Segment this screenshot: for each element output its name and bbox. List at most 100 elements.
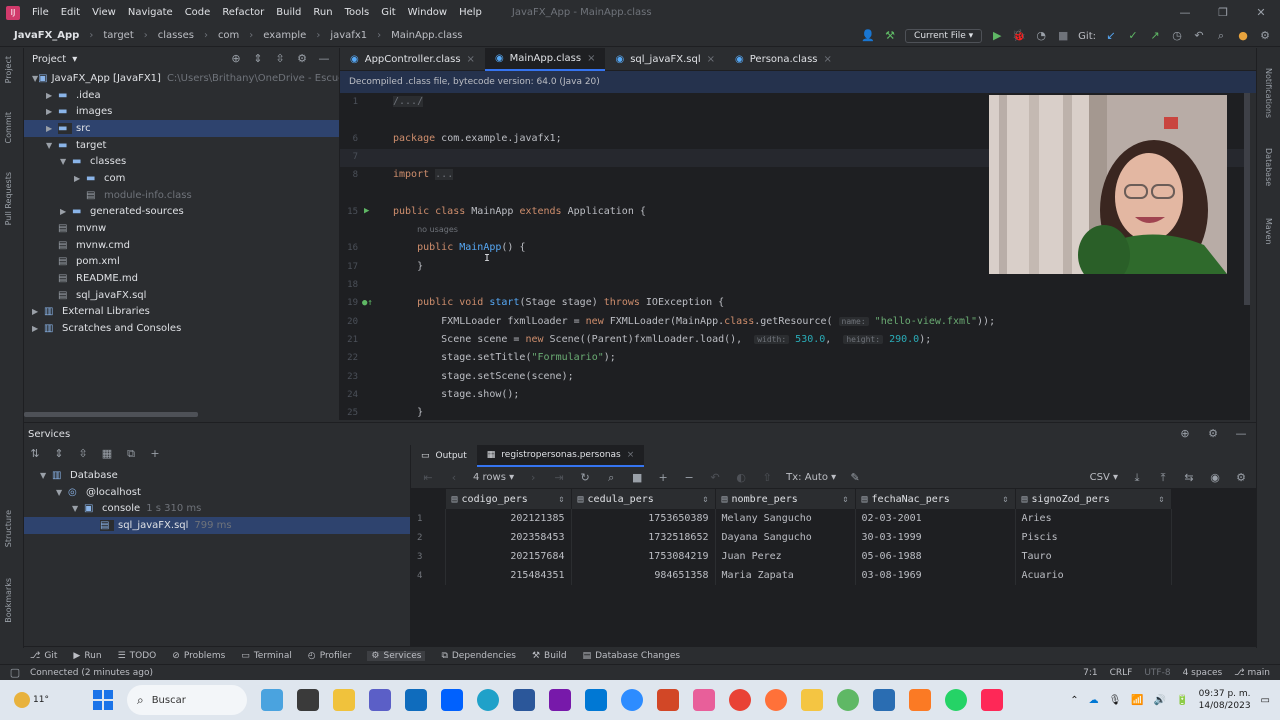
tree-node[interactable]: ▼ ▣ JavaFX_App [JavaFX1] C:\Users\Brithany\…: [24, 70, 339, 87]
breadcrumb-item[interactable]: example: [263, 30, 306, 41]
git-push-icon[interactable]: ↗: [1148, 29, 1162, 43]
group-icon[interactable]: ⇅: [28, 447, 42, 461]
service-node[interactable]: ▼ ▣ console 1 s 310 ms: [24, 500, 410, 517]
onenote-icon[interactable]: [548, 689, 571, 711]
copilot-icon[interactable]: [692, 689, 715, 711]
firefox-icon[interactable]: [764, 689, 787, 711]
editor-tab[interactable]: ◉ AppController.class ×: [340, 48, 485, 71]
restore-icon[interactable]: ❐: [1204, 0, 1242, 25]
outlook-icon[interactable]: [584, 689, 607, 711]
add-icon[interactable]: +: [148, 447, 162, 461]
run-gutter-icon[interactable]: ▶: [364, 206, 369, 216]
breadcrumb-item[interactable]: JavaFX_App: [14, 30, 79, 41]
tree-node[interactable]: ▤ mvnw: [24, 220, 339, 237]
chevron-right-icon[interactable]: ▶: [46, 91, 58, 100]
vm-app-icon[interactable]: [872, 689, 895, 711]
caret-position[interactable]: 7:1: [1083, 668, 1097, 678]
add-service-icon[interactable]: ⊕: [1178, 427, 1192, 441]
menu-item-refactor[interactable]: Refactor: [222, 7, 264, 18]
download-icon[interactable]: ⤓: [1130, 471, 1144, 485]
debug-icon[interactable]: 🐞: [1012, 29, 1026, 43]
close-icon[interactable]: ×: [707, 54, 715, 65]
service-node[interactable]: ▼ ▥ Database: [24, 467, 410, 484]
export-format-select[interactable]: CSV ▾: [1090, 472, 1118, 483]
hide-icon[interactable]: —: [1234, 427, 1248, 441]
table-row[interactable]: 1 202121385 1753650389 Melany Sangucho 02-03…: [411, 509, 1172, 528]
refresh-icon[interactable]: ↻: [578, 471, 592, 485]
close-icon[interactable]: ×: [587, 53, 595, 64]
override-gutter-icon[interactable]: ●↑: [362, 298, 373, 308]
settings-icon[interactable]: ⚙: [1258, 29, 1272, 43]
table-cell[interactable]: 02-03-2001: [855, 509, 1016, 528]
tool-tab-build[interactable]: ⚒ Build: [532, 651, 567, 661]
database-tool-tab[interactable]: Database: [1264, 148, 1273, 186]
expand-all-icon[interactable]: ⇕: [52, 447, 66, 461]
table-row[interactable]: 2 202358453 1732518652 Dayana Sangucho 30-03…: [411, 528, 1172, 547]
prev-page-icon[interactable]: ‹: [447, 471, 461, 485]
table-cell[interactable]: 202121385: [445, 509, 572, 528]
sort-icon[interactable]: ⇕: [842, 494, 848, 505]
zoom-icon[interactable]: [620, 689, 643, 711]
gear-icon[interactable]: ⚙: [295, 52, 309, 66]
editor-tab[interactable]: ◉ MainApp.class ×: [484, 48, 606, 71]
tool-app-icon[interactable]: [800, 689, 823, 711]
file-encoding[interactable]: UTF-8: [1144, 668, 1170, 678]
compare-icon[interactable]: ⇆: [1182, 471, 1196, 485]
tree-node[interactable]: ▶ ▬ generated-sources: [24, 204, 339, 221]
menu-item-tools[interactable]: Tools: [345, 7, 370, 18]
structure-tool-tab[interactable]: Structure: [4, 510, 13, 547]
editor-tab[interactable]: ◉ Persona.class ×: [725, 48, 842, 71]
column-header[interactable]: ▤ cedula_pers ⇕: [571, 489, 716, 509]
horizontal-scrollbar[interactable]: [24, 412, 198, 417]
table-cell[interactable]: Melany Sangucho: [715, 509, 856, 528]
git-branch[interactable]: ⎇ main: [1234, 668, 1270, 678]
table-cell[interactable]: Aries: [1015, 509, 1172, 528]
rows-count[interactable]: 4 rows ▾: [473, 472, 514, 483]
tree-node[interactable]: ▤ README.md: [24, 270, 339, 287]
menu-item-build[interactable]: Build: [276, 7, 301, 18]
first-page-icon[interactable]: ⇤: [421, 471, 435, 485]
indent-setting[interactable]: 4 spaces: [1183, 668, 1223, 678]
mail-icon[interactable]: [404, 689, 427, 711]
menu-item-navigate[interactable]: Navigate: [128, 7, 173, 18]
chevron-down-icon[interactable]: ▼: [60, 157, 72, 166]
table-cell[interactable]: Maria Zapata: [715, 566, 856, 585]
chevron-down-icon[interactable]: ▼: [72, 504, 84, 513]
wifi-icon[interactable]: 📶: [1131, 695, 1143, 706]
preview-icon[interactable]: ◐: [734, 471, 748, 485]
hammer-icon[interactable]: ⚒: [883, 29, 897, 43]
updates-icon[interactable]: ●: [1236, 29, 1250, 43]
breadcrumb-item[interactable]: classes: [158, 30, 194, 41]
word-icon[interactable]: [512, 689, 535, 711]
file-explorer-icon[interactable]: [332, 689, 355, 711]
stop-icon[interactable]: ■: [630, 471, 644, 485]
taskbar-search[interactable]: ⌕ Buscar: [126, 685, 247, 715]
editor-tab[interactable]: ◉ sql_javaFX.sql ×: [605, 48, 725, 71]
table-cell[interactable]: 1753650389: [571, 509, 716, 528]
intellij-taskbar-icon[interactable]: [980, 689, 1003, 711]
chrome-profile-icon[interactable]: [836, 689, 859, 711]
eye-icon[interactable]: ◉: [1208, 471, 1222, 485]
tree-node[interactable]: ▤ sql_javaFX.sql: [24, 287, 339, 304]
edge-icon[interactable]: [476, 689, 499, 711]
onedrive-icon[interactable]: ☁: [1089, 695, 1099, 706]
table-cell[interactable]: 05-06-1988: [855, 547, 1016, 566]
menu-item-edit[interactable]: Edit: [61, 7, 80, 18]
sort-icon[interactable]: ⇕: [1158, 494, 1164, 505]
history-icon[interactable]: ◷: [1170, 29, 1184, 43]
project-title[interactable]: Project: [32, 54, 66, 65]
menu-item-window[interactable]: Window: [408, 7, 447, 18]
tree-node[interactable]: ▼ ▬ target: [24, 137, 339, 154]
table-cell[interactable]: 202358453: [445, 528, 572, 547]
chevron-right-icon[interactable]: ▶: [46, 107, 58, 116]
column-header[interactable]: ▤ fechaNac_pers ⇕: [855, 489, 1016, 509]
user-icon[interactable]: 👤: [861, 29, 875, 43]
gear-icon[interactable]: ⚙: [1234, 471, 1248, 485]
status-icon[interactable]: ▢: [8, 666, 22, 680]
tool-tab-todo[interactable]: ☰ TODO: [118, 651, 157, 661]
tool-tab-git[interactable]: ⎇ Git: [30, 651, 57, 661]
tool-tab-run[interactable]: ▶ Run: [73, 651, 101, 661]
tree-node[interactable]: ▤ module-info.class: [24, 187, 339, 204]
chevron-right-icon[interactable]: ▶: [32, 307, 44, 316]
pull-requests-tool-tab[interactable]: Pull Requests: [4, 172, 13, 225]
